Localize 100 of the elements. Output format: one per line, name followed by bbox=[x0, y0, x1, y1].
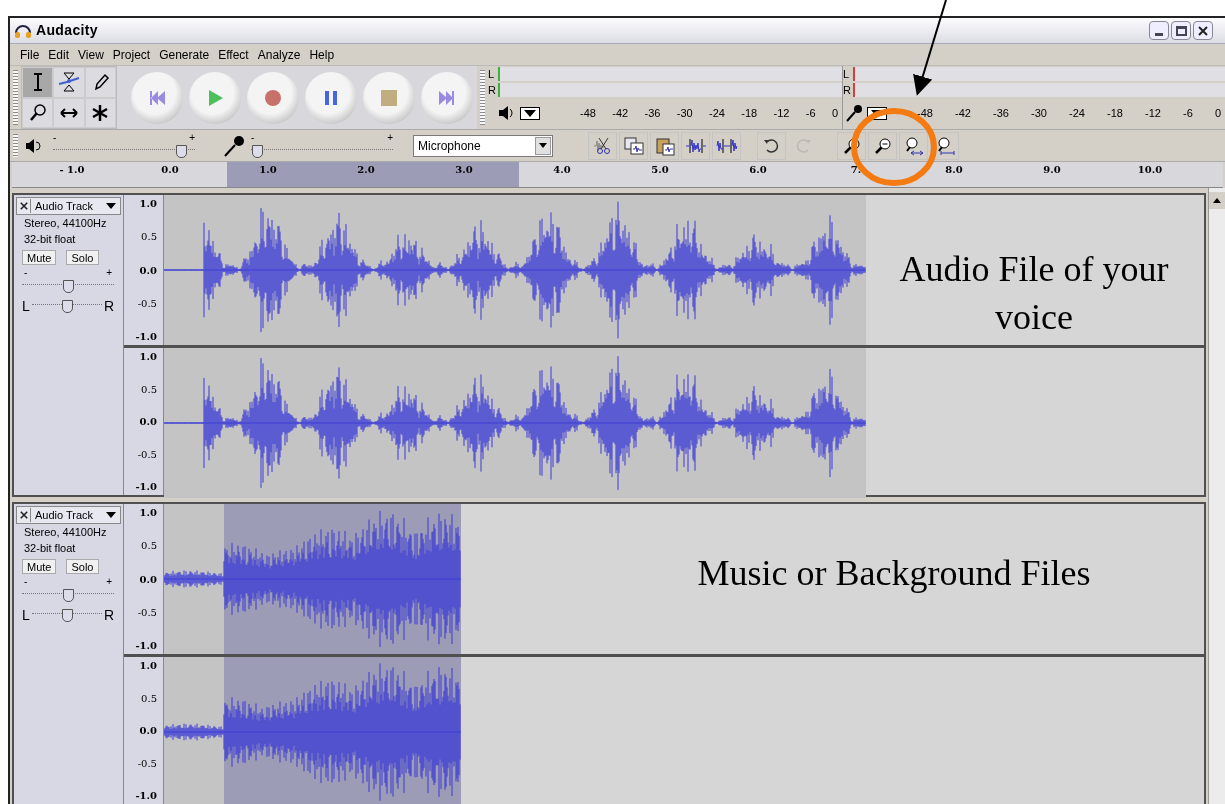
amplitude-label: 0.5 bbox=[141, 539, 157, 554]
menu-item[interactable]: View bbox=[78, 45, 104, 64]
menu-item[interactable]: Project bbox=[112, 45, 151, 64]
meter-scale-label: -48 bbox=[917, 105, 933, 121]
meter-scale-label: -18 bbox=[1107, 105, 1123, 121]
maximize-button[interactable] bbox=[1171, 21, 1191, 40]
toolbar-grip[interactable] bbox=[13, 134, 18, 157]
menu-item[interactable]: File bbox=[20, 45, 40, 64]
stop-icon bbox=[379, 87, 399, 108]
toolbar-grip[interactable] bbox=[480, 70, 485, 125]
amplitude-label: -1.0 bbox=[135, 639, 157, 653]
toolbar-button[interactable] bbox=[650, 131, 679, 160]
tool-button[interactable] bbox=[84, 67, 116, 98]
track-info: Stereo, 44100Hz bbox=[23, 525, 108, 540]
channel-label: R bbox=[488, 84, 497, 96]
minus-label: - bbox=[24, 577, 28, 587]
meter-scale-label: -18 bbox=[741, 105, 758, 121]
plus-label: + bbox=[189, 132, 195, 143]
copy-icon bbox=[622, 135, 645, 156]
amplitude-label: -0.5 bbox=[137, 447, 157, 462]
scroll-up-icon bbox=[1213, 198, 1221, 203]
menu-item[interactable]: Help bbox=[309, 45, 335, 64]
close-button[interactable] bbox=[1193, 21, 1213, 40]
meter-scale-label: 0 bbox=[1214, 105, 1221, 121]
track-info: 32-bit float bbox=[23, 541, 77, 556]
dropdown-arrow-icon bbox=[539, 143, 547, 148]
toolbar-button[interactable] bbox=[619, 131, 648, 160]
meter-scale-label: -36 bbox=[644, 105, 661, 121]
input-source-dropdown[interactable]: Microphone bbox=[413, 134, 553, 157]
speaker-icon bbox=[25, 138, 41, 153]
meter-scale-label: -12 bbox=[773, 105, 790, 121]
meter-scale-label: -42 bbox=[612, 105, 629, 121]
speaker-icon bbox=[498, 105, 516, 121]
amplitude-label: 0.0 bbox=[139, 724, 157, 738]
pan-slider[interactable] bbox=[31, 607, 102, 623]
solo-button[interactable]: Solo bbox=[66, 250, 99, 265]
amplitude-label: 0.5 bbox=[141, 382, 157, 397]
toolbar-button[interactable] bbox=[757, 131, 786, 160]
record-volume-slider[interactable] bbox=[251, 142, 393, 159]
amplitude-label: -1.0 bbox=[135, 789, 157, 803]
right-label: R bbox=[103, 608, 114, 622]
amplitude-label: 0.5 bbox=[141, 230, 157, 245]
amplitude-label: 1.0 bbox=[139, 506, 157, 520]
ruler-label: 1.0 bbox=[259, 164, 277, 176]
ruler-label: 10.0 bbox=[1137, 164, 1163, 176]
mute-button[interactable]: Mute bbox=[22, 559, 57, 574]
amplitude-label: -0.5 bbox=[137, 605, 157, 620]
plus-label: + bbox=[387, 132, 393, 143]
tool-button[interactable] bbox=[22, 67, 54, 98]
slider-thumb[interactable] bbox=[63, 280, 74, 293]
toolbar-button[interactable] bbox=[868, 131, 897, 160]
track-info: 32-bit float bbox=[23, 232, 77, 247]
amplitude-label: 1.0 bbox=[139, 350, 157, 364]
tool-button[interactable] bbox=[22, 97, 54, 128]
minus-label: - bbox=[24, 268, 28, 278]
meter-scale-label: -30 bbox=[676, 105, 693, 121]
meter-menu-button[interactable] bbox=[520, 106, 540, 120]
close-icon bbox=[1198, 25, 1208, 36]
meter-scale-label: -12 bbox=[1145, 105, 1161, 121]
ruler-label: - 1.0 bbox=[59, 164, 85, 176]
track-info: Stereo, 44100Hz bbox=[23, 216, 108, 231]
plus-label: + bbox=[106, 577, 112, 587]
menu-item[interactable]: Analyze bbox=[257, 45, 301, 64]
amplitude-label: 1.0 bbox=[139, 197, 157, 211]
ruler-label: 8.0 bbox=[945, 164, 963, 176]
menu-item[interactable]: Effect bbox=[218, 45, 249, 64]
microphone-icon bbox=[845, 104, 863, 122]
plus-label: + bbox=[106, 268, 112, 278]
ruler-label: 2.0 bbox=[357, 164, 375, 176]
dropdown-arrow-icon bbox=[106, 511, 116, 519]
gain-slider[interactable] bbox=[22, 278, 114, 294]
solo-button[interactable]: Solo bbox=[66, 559, 99, 574]
toolbar-button[interactable] bbox=[930, 131, 959, 160]
meter-scale-label: 0 bbox=[831, 105, 838, 121]
minus-label: - bbox=[53, 132, 57, 143]
slider-thumb[interactable] bbox=[63, 589, 74, 602]
slider-thumb[interactable] bbox=[175, 144, 187, 158]
ruler-label: 5.0 bbox=[651, 164, 669, 176]
record-icon bbox=[263, 87, 283, 108]
amplitude-label: 0.0 bbox=[139, 263, 157, 278]
toolbar-grip[interactable] bbox=[13, 70, 18, 125]
menu-item[interactable]: Generate bbox=[159, 45, 210, 64]
meter-scale-label: -24 bbox=[709, 105, 725, 121]
amplitude-label: 0.0 bbox=[139, 572, 157, 587]
paste-icon bbox=[653, 135, 676, 156]
pan-slider[interactable] bbox=[31, 298, 102, 314]
toolbar-button[interactable] bbox=[899, 131, 928, 160]
slider-thumb[interactable] bbox=[61, 300, 73, 313]
tool-button[interactable] bbox=[53, 97, 85, 128]
toolbar-button[interactable] bbox=[837, 131, 866, 160]
minimize-button[interactable] bbox=[1149, 21, 1169, 40]
slider-thumb[interactable] bbox=[61, 609, 73, 622]
ruler-label: 9.0 bbox=[1043, 164, 1061, 176]
mute-button[interactable]: Mute bbox=[22, 250, 57, 265]
slider-thumb[interactable] bbox=[251, 144, 263, 158]
gain-slider[interactable] bbox=[22, 587, 114, 603]
playback-volume-slider[interactable] bbox=[53, 142, 195, 159]
menu-item[interactable]: Edit bbox=[48, 45, 70, 64]
ruler-label: 6.0 bbox=[749, 164, 767, 176]
meter-scale-label: -36 bbox=[993, 105, 1009, 121]
